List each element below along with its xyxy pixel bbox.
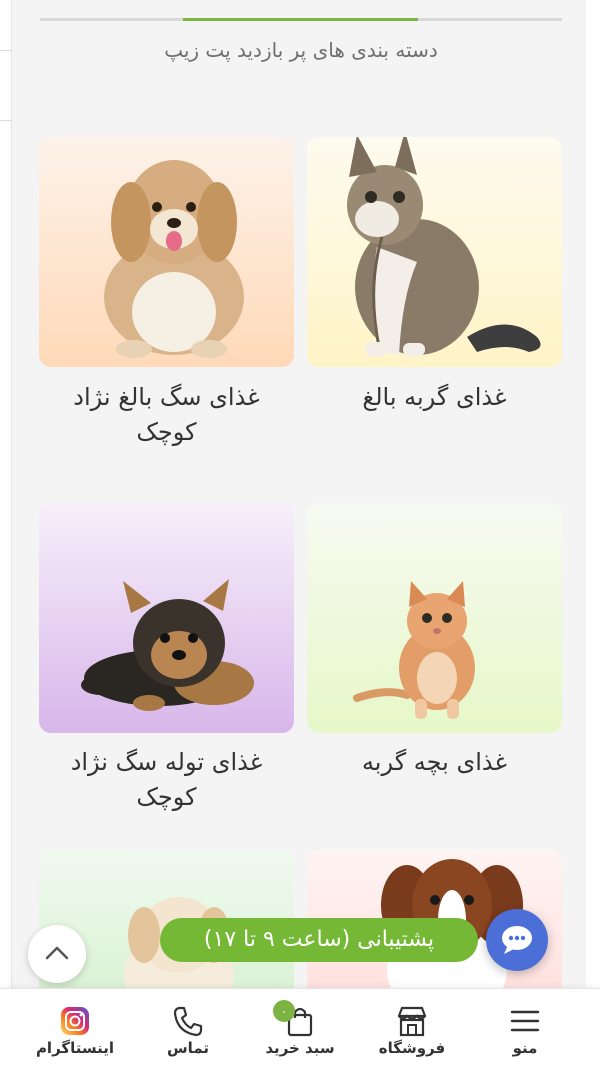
category-label-line: کوچک [136,418,197,446]
category-label-line: غذای سگ بالغ نژاد [73,383,260,411]
nav-label-menu: منو [512,1039,538,1057]
category-card-adult-small-dog[interactable] [39,137,294,367]
bottom-navigation: منو فروشگاه سبد خرید تماس اینستاگرام [0,988,600,1067]
nav-item-store[interactable]: فروشگاه [362,989,462,1067]
cart-count-badge: ۰ [273,1000,295,1022]
puppy-image [81,579,254,711]
edge-divider [0,120,12,121]
kitten-image [353,581,475,719]
nav-label-contact: تماس [166,1039,210,1057]
chevron-up-icon [45,946,69,960]
menu-icon [510,1010,540,1032]
instagram-icon [61,1007,89,1035]
category-label-adult-small-dog[interactable]: غذای سگ بالغ نژاد کوچک [39,380,294,450]
nav-item-cart[interactable]: سبد خرید [250,989,350,1067]
nav-label-store: فروشگاه [378,1039,446,1057]
right-edge [586,0,600,1067]
store-icon [397,1006,427,1037]
category-label-line: کوچک [136,783,197,811]
nav-label-instagram: اینستاگرام [35,1039,115,1057]
category-label-kitten[interactable]: غذای بچه گربه [307,745,562,780]
section-divider [40,18,562,21]
category-card-puppy[interactable] [39,503,294,733]
phone-icon [173,1006,203,1037]
scroll-to-top-button[interactable] [28,925,86,983]
section-title: دسته بندی های پر بازدید پت زیپ [164,38,438,62]
nav-item-menu[interactable]: منو [475,989,575,1067]
edge-divider [0,50,12,51]
category-card-adult-cat[interactable] [307,137,562,367]
adult-cat-image [347,137,541,356]
chat-button[interactable] [486,909,548,971]
nav-label-cart: سبد خرید [265,1039,335,1057]
section-divider-accent [183,18,418,21]
nav-item-contact[interactable]: تماس [138,989,238,1067]
category-label-adult-cat[interactable]: غذای گربه بالغ [307,380,562,415]
category-card-kitten[interactable] [307,503,562,733]
support-hours-button[interactable]: پشتیبانی (ساعت ۹ تا ۱۷) [160,918,478,962]
left-edge [0,0,12,1067]
category-label-line: غذای توله سگ نژاد [70,748,263,776]
nav-item-instagram[interactable]: اینستاگرام [25,989,125,1067]
category-label-puppy[interactable]: غذای توله سگ نژاد کوچک [39,745,294,815]
adult-small-dog-image [104,160,244,358]
chat-bubble-icon [502,926,532,954]
